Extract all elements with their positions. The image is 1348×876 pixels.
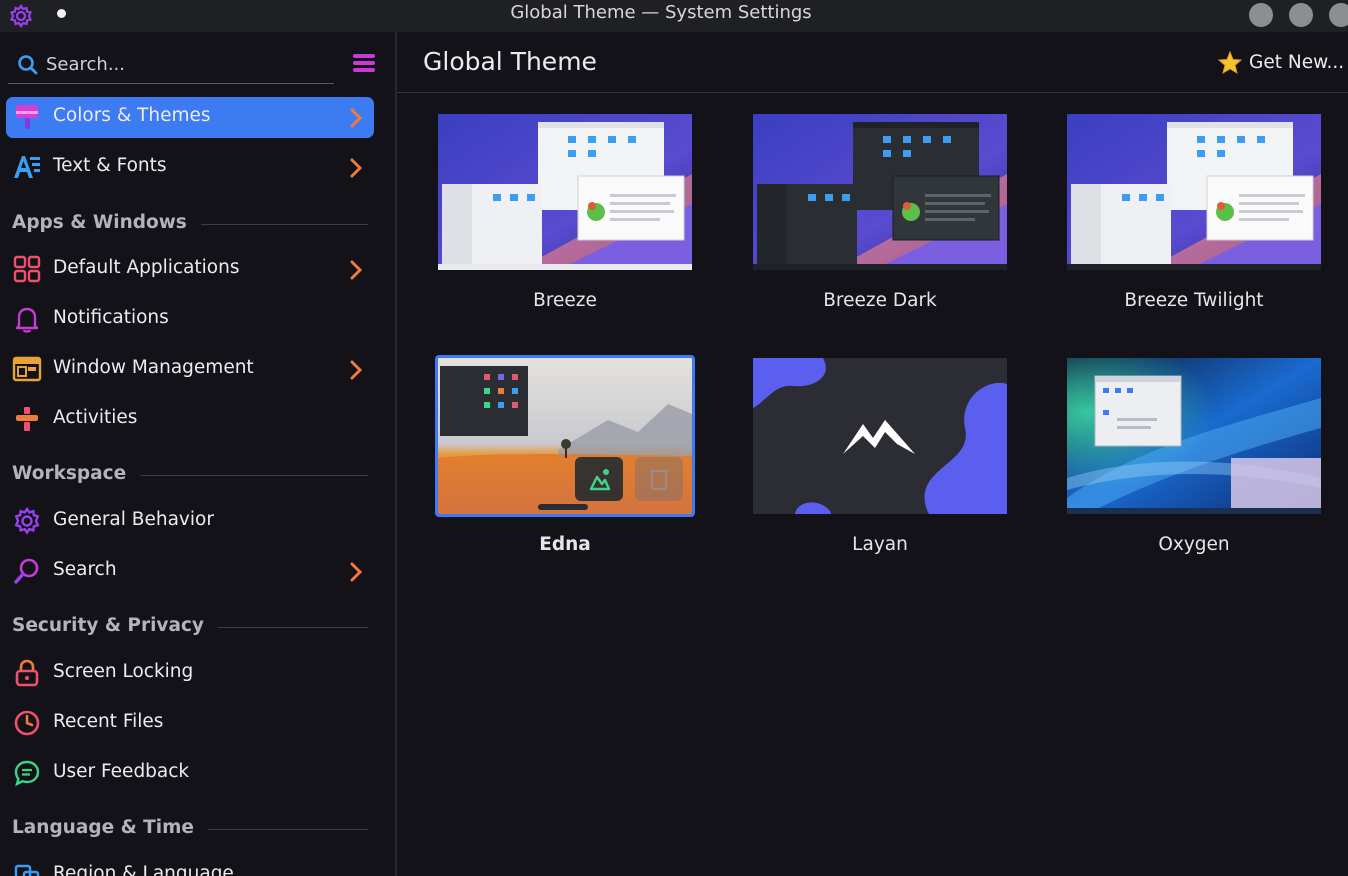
region-flag-icon <box>14 864 40 876</box>
section-workspace: Workspace <box>12 463 368 487</box>
window-icon <box>12 356 42 382</box>
magnifier-icon <box>14 558 39 584</box>
sidebar-item-label: Window Management <box>53 357 254 378</box>
chat-bubble-icon <box>14 760 40 787</box>
hamburger-menu-icon[interactable] <box>351 51 377 75</box>
sidebar-item-label: Default Applications <box>53 257 240 278</box>
theme-preview <box>438 114 692 270</box>
page-title: Global Theme <box>423 47 597 76</box>
sidebar-item-label: Notifications <box>53 307 169 328</box>
theme-preview <box>753 114 1007 270</box>
theme-name: Oxygen <box>1158 534 1230 555</box>
section-language-time: Language & Time <box>12 817 368 841</box>
sidebar-item-window-management[interactable]: Window Management <box>6 349 374 390</box>
theme-name: Breeze Twilight <box>1124 290 1264 311</box>
theme-preview <box>753 358 1007 514</box>
sidebar-item-recent-files[interactable]: Recent Files <box>6 703 374 744</box>
sidebar-item-text-fonts[interactable]: Text & Fonts <box>6 147 374 188</box>
minimize-button[interactable] <box>1249 3 1273 27</box>
sidebar: Colors & Themes Text & Fonts Apps & Wind… <box>0 32 396 876</box>
theme-preview <box>1067 358 1321 514</box>
section-label: Security & Privacy <box>12 615 218 636</box>
section-security-privacy: Security & Privacy <box>12 615 368 639</box>
maximize-button[interactable] <box>1289 3 1313 27</box>
sidebar-item-colors-themes[interactable]: Colors & Themes <box>6 97 374 138</box>
sidebar-item-label: Colors & Themes <box>53 105 211 126</box>
paintbrush-icon <box>16 105 38 129</box>
sidebar-item-search[interactable]: Search <box>6 551 374 592</box>
main-panel: Global Theme Get New... Breeze Breeze Da… <box>397 32 1348 876</box>
sidebar-item-activities[interactable]: Activities <box>6 399 374 440</box>
close-button[interactable] <box>1329 3 1348 27</box>
sidebar-item-label: Screen Locking <box>53 661 194 682</box>
sidebar-item-user-feedback[interactable]: User Feedback <box>6 753 374 794</box>
get-new-label: Get New... <box>1249 52 1345 73</box>
theme-card-breeze-twilight[interactable]: Breeze Twilight <box>1063 108 1325 318</box>
theme-card-oxygen[interactable]: Oxygen <box>1063 352 1325 562</box>
sidebar-item-default-applications[interactable]: Default Applications <box>6 249 374 290</box>
app-grid-icon <box>13 255 41 283</box>
search-input[interactable] <box>46 50 326 78</box>
sidebar-item-label: Activities <box>53 407 138 428</box>
search-icon <box>18 55 38 75</box>
system-settings-window: Global Theme — System Settings Colors <box>0 0 1348 876</box>
sidebar-item-label: Region & Language <box>53 863 234 876</box>
gear-icon <box>14 506 40 535</box>
get-new-button[interactable]: Get New... <box>1215 49 1345 79</box>
sidebar-item-general-behavior[interactable]: General Behavior <box>6 501 374 542</box>
activities-icon <box>16 407 38 431</box>
sidebar-item-region-language[interactable]: Region & Language <box>6 855 374 876</box>
sidebar-item-screen-locking[interactable]: Screen Locking <box>6 653 374 694</box>
theme-name: Breeze <box>533 290 597 311</box>
chevron-right-icon <box>350 562 363 582</box>
theme-preview <box>1067 114 1321 270</box>
header-divider <box>397 92 1348 93</box>
sidebar-item-label: Search <box>53 559 117 580</box>
chevron-right-icon <box>350 158 363 178</box>
theme-card-layan[interactable]: Layan <box>749 352 1011 562</box>
apply-theme-icon <box>589 469 611 491</box>
chevron-right-icon <box>350 360 363 380</box>
lock-icon <box>15 659 39 687</box>
sidebar-item-label: General Behavior <box>53 509 214 530</box>
delete-theme-button[interactable] <box>635 457 683 501</box>
section-label: Apps & Windows <box>12 212 201 233</box>
bell-icon <box>15 307 39 333</box>
title-bar: Global Theme — System Settings <box>0 0 1348 32</box>
section-label: Language & Time <box>12 817 208 838</box>
trash-icon <box>650 470 668 490</box>
sidebar-item-notifications[interactable]: Notifications <box>6 299 374 340</box>
section-label: Workspace <box>12 463 141 484</box>
sidebar-item-label: Recent Files <box>53 711 164 732</box>
theme-card-edna[interactable]: Edna <box>434 352 696 562</box>
sidebar-item-label: Text & Fonts <box>53 155 167 176</box>
sidebar-item-label: User Feedback <box>53 761 190 782</box>
theme-name: Layan <box>852 534 908 555</box>
theme-preview <box>435 355 695 517</box>
theme-card-breeze-dark[interactable]: Breeze Dark <box>749 108 1011 318</box>
chevron-right-icon <box>350 260 363 280</box>
font-icon <box>14 156 40 178</box>
theme-card-breeze[interactable]: Breeze <box>434 108 696 318</box>
theme-name: Edna <box>539 534 591 555</box>
star-icon <box>1217 50 1243 75</box>
section-apps-windows: Apps & Windows <box>12 212 368 236</box>
sidebar-search <box>8 46 334 84</box>
chevron-right-icon <box>350 108 363 128</box>
window-title: Global Theme — System Settings <box>510 2 812 23</box>
apply-theme-button[interactable] <box>575 457 623 501</box>
theme-name: Breeze Dark <box>823 290 937 311</box>
clock-icon <box>14 710 40 736</box>
